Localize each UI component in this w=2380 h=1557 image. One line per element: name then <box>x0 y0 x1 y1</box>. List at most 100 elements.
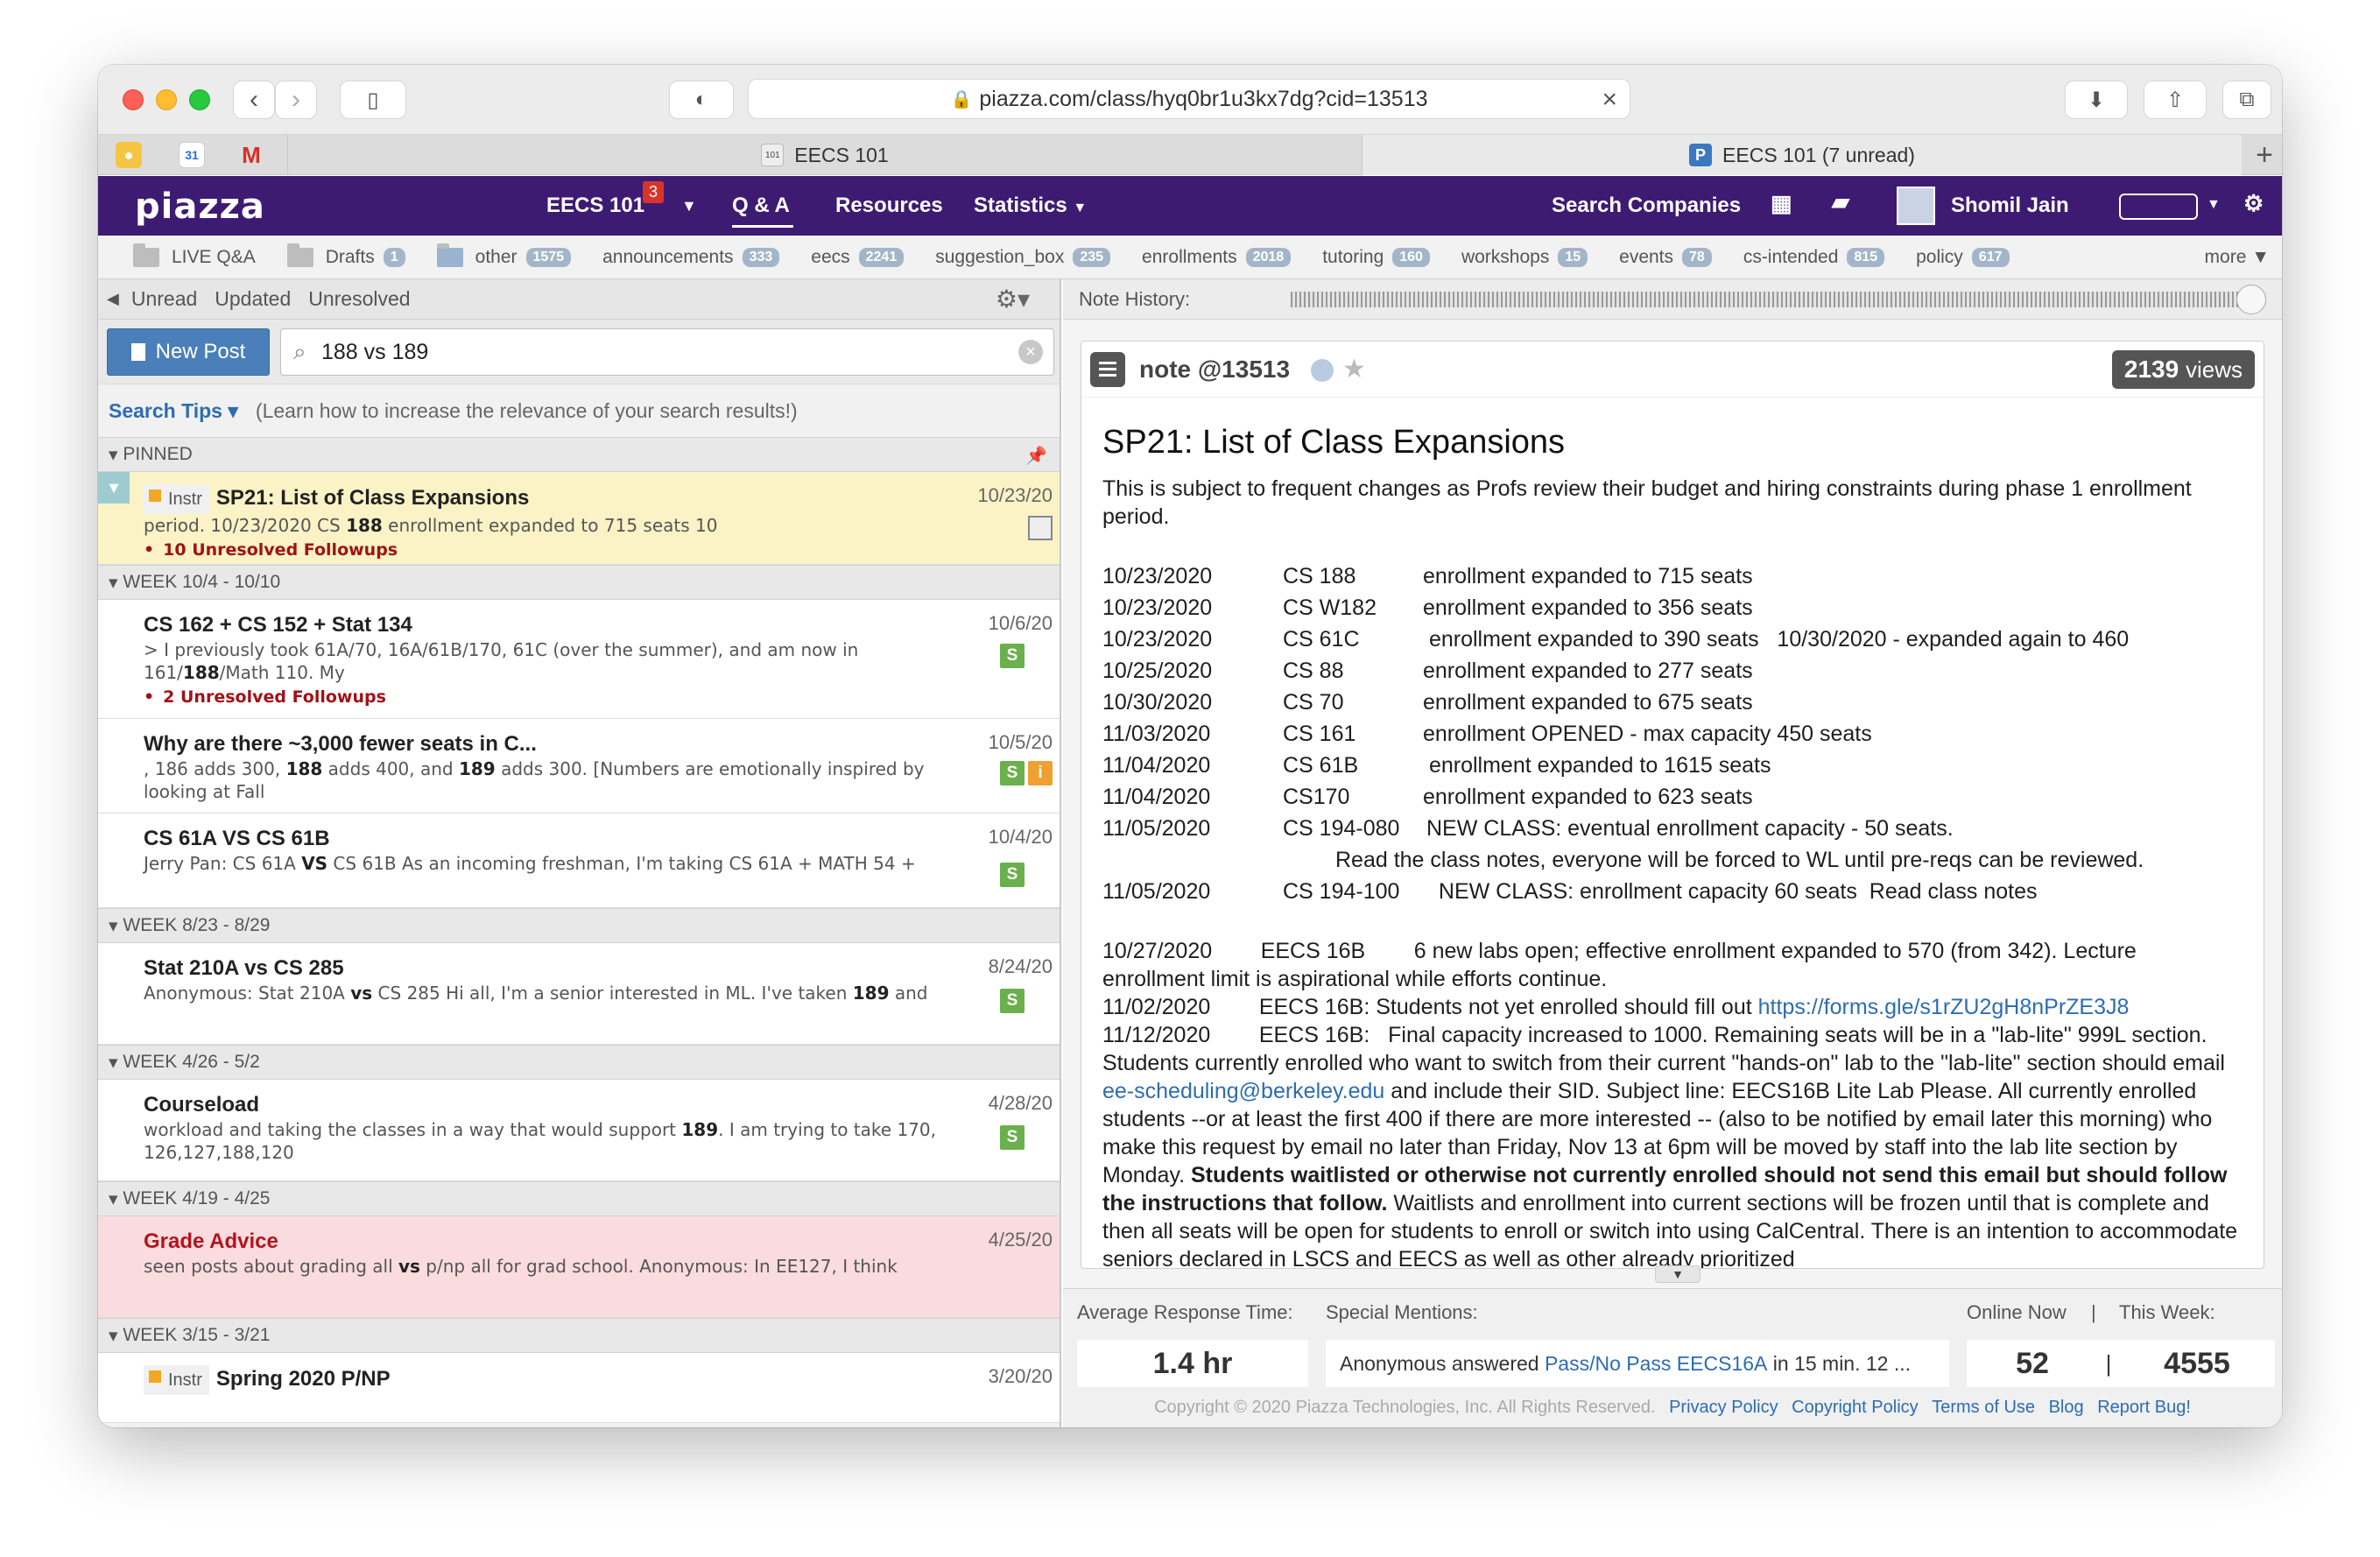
folder-count: 1575 <box>525 247 572 267</box>
new-post-button[interactable]: New Post <box>107 328 270 376</box>
group-header-pinned[interactable]: ▾ PINNED 📌 <box>98 437 1060 472</box>
favorite-gmail-icon[interactable]: M <box>238 142 264 168</box>
row-date: 10/25/2020 <box>1102 659 1213 683</box>
favorite-bulb-icon[interactable]: ● <box>116 142 142 168</box>
zoom-window-button[interactable] <box>189 89 210 110</box>
folder-label: tutoring <box>1322 246 1384 267</box>
search-icon: ⌕ <box>293 338 306 364</box>
tab-eecs-101-unread[interactable]: P EECS 101 (7 unread) <box>1363 135 2242 175</box>
nav-toggle-switch[interactable] <box>2119 194 2198 220</box>
group-header-week[interactable]: ▾ WEEK 10/4 - 10/10 <box>98 565 1060 600</box>
folder-drafts[interactable]: Drafts 1 <box>286 243 405 268</box>
folder-policy[interactable]: policy 617 <box>1916 247 2010 268</box>
privacy-policy-link[interactable]: Privacy Policy <box>1669 1398 1778 1417</box>
gear-icon[interactable]: ⚙▾ <box>996 285 1030 314</box>
folder-other[interactable]: other 1575 <box>436 243 572 268</box>
downloads-button[interactable]: ⬇ <box>2065 81 2128 119</box>
course-dropdown[interactable]: EECS 101 <box>546 194 644 218</box>
group-header-week[interactable]: ▾ WEEK 4/26 - 5/2 <box>98 1045 1060 1080</box>
collapse-arrow-icon[interactable]: ▼ <box>98 472 130 504</box>
filter-updated[interactable]: Updated <box>215 287 291 311</box>
folder-suggestion-box[interactable]: suggestion_box 235 <box>935 247 1111 268</box>
user-name[interactable]: Shomil Jain <box>1951 194 2069 218</box>
post-snippet: period. 10/23/2020 CS 188 enrollment exp… <box>144 514 946 537</box>
group-header-week[interactable]: ▾ WEEK 3/15 - 3/21 <box>98 1318 1060 1353</box>
row-date: 11/04/2020 <box>1102 785 1211 809</box>
note-history-slider[interactable] <box>1291 292 2249 307</box>
search-tips-link[interactable]: Search Tips ▾ <box>109 399 238 423</box>
watch-icon[interactable] <box>1311 359 1334 382</box>
clear-search-icon[interactable]: × <box>1018 340 1043 364</box>
terms-of-use-link[interactable]: Terms of Use <box>1932 1398 2035 1417</box>
gear-icon[interactable]: ⚙ <box>2243 190 2264 217</box>
list-item[interactable]: Stat 210A vs CS 285 Anonymous: Stat 210A… <box>98 943 1060 1045</box>
post-title: Courseload <box>144 1093 260 1117</box>
report-bug-link[interactable]: Report Bug! <box>2097 1398 2191 1417</box>
collapse-feed-icon[interactable]: ◀ <box>107 290 119 308</box>
avatar[interactable] <box>1897 187 1935 225</box>
folder-count: 333 <box>742 247 780 267</box>
folder-announcements[interactable]: announcements 333 <box>602 247 780 268</box>
favorite-calendar-icon[interactable]: 31 <box>179 142 205 168</box>
folder-tutoring[interactable]: tutoring 160 <box>1322 247 1430 268</box>
blog-link[interactable]: Blog <box>2049 1398 2084 1417</box>
note-card: note @13513 ★ 2139 views SP21: List of C… <box>1081 341 2264 1269</box>
star-icon[interactable]: ★ <box>1342 354 1366 384</box>
folders-more-dropdown[interactable]: more ▼ <box>2205 247 2270 268</box>
post-title: CS 61A VS CS 61B <box>144 827 330 850</box>
new-post-label: New Post <box>155 340 246 363</box>
minimize-window-button[interactable] <box>156 89 177 110</box>
folder-cs-intended[interactable]: cs-intended 815 <box>1743 247 1885 268</box>
row-date: 10/23/2020 <box>1102 595 1213 620</box>
calendar-icon[interactable]: ▦ <box>1771 190 1792 217</box>
folder-events[interactable]: events 78 <box>1619 247 1712 268</box>
back-button[interactable]: ‹ <box>233 81 275 119</box>
search-companies-link[interactable]: Search Companies <box>1552 194 1741 218</box>
folder-live-qa[interactable]: LIVE Q&A <box>133 243 256 268</box>
chat-icon[interactable]: ▰ <box>1832 188 1849 215</box>
piazza-logo[interactable]: piazza <box>135 187 265 227</box>
snippet-highlight: 188 <box>285 758 323 779</box>
group-header-week[interactable]: ▾ WEEK 4/19 - 4/25 <box>98 1181 1060 1216</box>
chevron-down-icon[interactable]: ▼ <box>681 197 697 215</box>
tab-overview-button[interactable]: ⧉ <box>2222 81 2271 119</box>
folder-enrollments[interactable]: enrollments 2018 <box>1142 247 1292 268</box>
nav-statistics[interactable]: Statistics ▼ <box>974 194 1087 218</box>
copyright-policy-link[interactable]: Copyright Policy <box>1792 1398 1919 1417</box>
list-item[interactable]: CS 61A VS CS 61B Jerry Pan: CS 61A VS CS… <box>98 814 1060 908</box>
forward-button[interactable]: › <box>275 81 317 119</box>
nav-resources[interactable]: Resources <box>835 194 943 218</box>
group-header-week[interactable]: ▾ WEEK 8/23 - 8/29 <box>98 908 1060 943</box>
mention-post-link[interactable]: Pass/No Pass EECS16A <box>1545 1352 1767 1376</box>
privacy-report-button[interactable]: ◐ <box>669 81 734 119</box>
folder-icon <box>133 243 159 267</box>
folder-eecs[interactable]: eecs 2241 <box>811 247 905 268</box>
filter-unread[interactable]: Unread <box>131 287 197 311</box>
list-item[interactable]: ▼ Instr SP21: List of Class Expansions pe… <box>98 472 1060 565</box>
tab-eecs-101[interactable]: 101 EECS 101 <box>287 135 1363 175</box>
clear-url-icon[interactable]: × <box>1602 85 1617 115</box>
browser-window: ‹ › ▯ ◐ 🔒 piazza.com/class/hyq0br1u3kx7d… <box>98 65 2282 1427</box>
sidebar-toggle-button[interactable]: ▯ <box>340 81 406 119</box>
list-item[interactable]: Grade Advice seen posts about grading al… <box>98 1216 1060 1318</box>
share-button[interactable]: ⇧ <box>2144 81 2207 119</box>
chevron-down-icon[interactable]: ▼ <box>2207 197 2221 213</box>
note-history-handle[interactable] <box>2236 285 2266 314</box>
signup-form-link[interactable]: https://forms.gle/s1rZU2gH8nPrZE3J8 <box>1758 995 2130 1019</box>
list-item[interactable]: Courseload workload and taking the class… <box>98 1080 1060 1181</box>
list-item[interactable]: Why are there ~3,000 fewer seats in C...… <box>98 719 1060 814</box>
search-input[interactable]: ⌕ 188 vs 189 × <box>280 328 1054 376</box>
close-window-button[interactable] <box>123 89 144 110</box>
list-item[interactable]: Instr Spring 2020 P/NP 3/20/20 <box>98 1353 1060 1423</box>
filter-unresolved[interactable]: Unresolved <box>308 287 410 311</box>
expansion-row: 11/05/2020 CS 194-100 NEW CLASS: enrollme… <box>1102 876 2243 907</box>
note-title: SP21: List of Class Expansions <box>1102 424 1566 461</box>
expand-stats-toggle[interactable]: ▼ <box>1655 1265 1701 1283</box>
folder-workshops[interactable]: workshops 15 <box>1461 247 1588 268</box>
address-bar[interactable]: 🔒 piazza.com/class/hyq0br1u3kx7dg?cid=13… <box>748 79 1630 119</box>
nav-qa[interactable]: Q & A <box>732 194 790 218</box>
snippet-highlight: 188 <box>182 662 220 683</box>
email-link[interactable]: ee-scheduling@berkeley.edu <box>1102 1079 1384 1103</box>
list-item[interactable]: CS 162 + CS 152 + Stat 134 > I previousl… <box>98 600 1060 719</box>
new-tab-button[interactable]: + <box>2256 138 2273 173</box>
